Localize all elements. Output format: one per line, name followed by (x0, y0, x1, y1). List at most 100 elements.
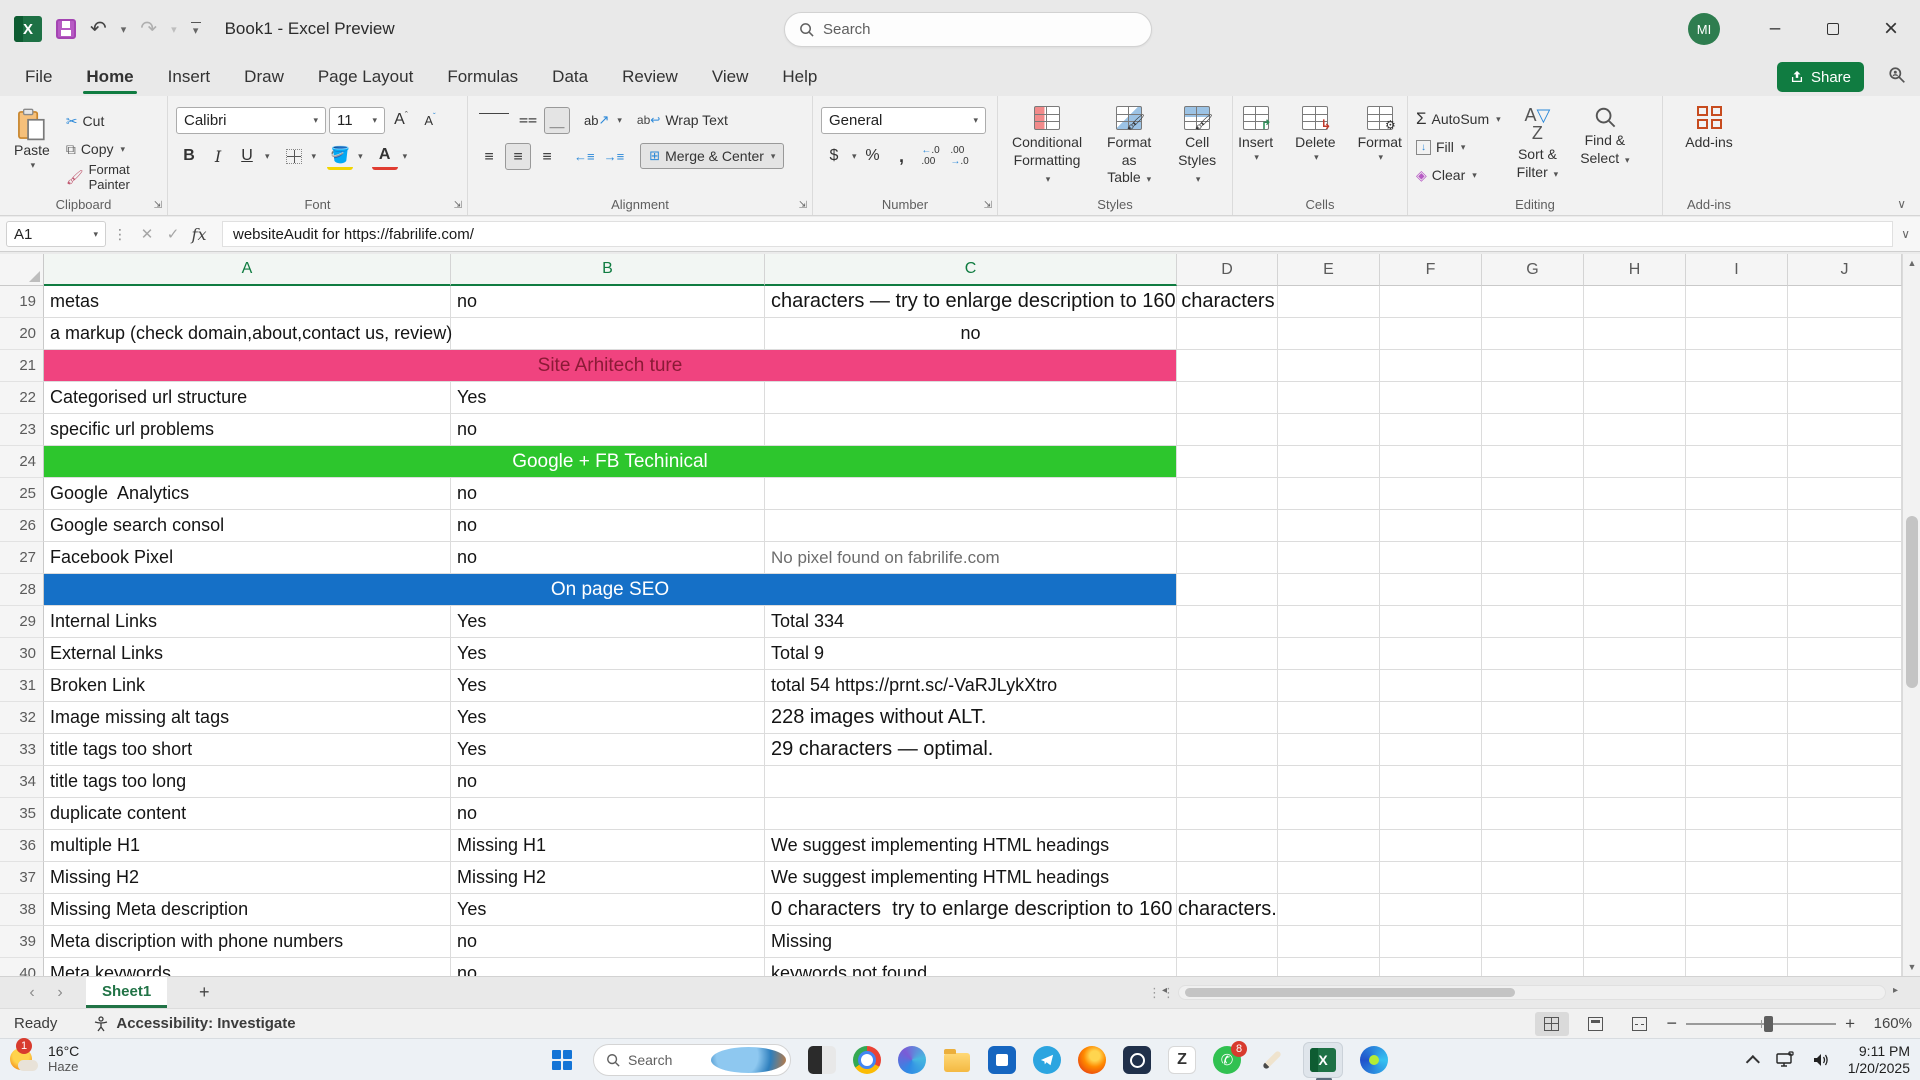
cell-C38[interactable]: 0 characters try to enlarge description … (765, 894, 1177, 926)
cell-E26[interactable] (1278, 510, 1380, 542)
cell-J21[interactable] (1788, 350, 1902, 382)
cell-F26[interactable] (1380, 510, 1482, 542)
cell-B19[interactable]: no (451, 286, 765, 318)
cell-D39[interactable] (1177, 926, 1278, 958)
formula-input[interactable]: websiteAudit for https://fabrilife.com/ (222, 221, 1893, 247)
cut-button[interactable]: ✂Cut (66, 108, 159, 134)
cell-J36[interactable] (1788, 830, 1902, 862)
page-break-view-button[interactable] (1623, 1012, 1657, 1036)
tab-page-layout[interactable]: Page Layout (301, 58, 430, 96)
cancel-entry-icon[interactable]: ✕ (134, 225, 160, 243)
cell-A34[interactable]: title tags too long (44, 766, 451, 798)
cell-G29[interactable] (1482, 606, 1584, 638)
scroll-up-icon[interactable]: ▲ (1903, 254, 1920, 272)
row-header-33[interactable]: 33 (0, 734, 44, 766)
name-box[interactable]: A1▾ (6, 221, 106, 247)
wrap-text-button[interactable]: ab↩ Wrap Text (637, 107, 728, 133)
cell-H29[interactable] (1584, 606, 1686, 638)
cell-C31[interactable]: total 54 https://prnt.sc/-VaRJLykXtro (765, 670, 1177, 702)
vertical-scrollbar[interactable]: ▲ ▼ (1902, 254, 1920, 976)
cell-A36[interactable]: multiple H1 (44, 830, 451, 862)
cell-A35[interactable]: duplicate content (44, 798, 451, 830)
cell-F21[interactable] (1380, 350, 1482, 382)
row-header-24[interactable]: 24 (0, 446, 44, 478)
cell-I33[interactable] (1686, 734, 1788, 766)
volume-icon[interactable] (1812, 1051, 1832, 1069)
cell-C36[interactable]: We suggest implementing HTML headings (765, 830, 1177, 862)
cell-D35[interactable] (1177, 798, 1278, 830)
cell-C33[interactable]: 29 characters — optimal. (765, 734, 1177, 766)
clear-button[interactable]: ◈Clear▾ (1416, 162, 1501, 188)
cell-F36[interactable] (1380, 830, 1482, 862)
cell-B27[interactable]: no (451, 542, 765, 574)
cell-E24[interactable] (1278, 446, 1380, 478)
cell-C29[interactable]: Total 334 (765, 606, 1177, 638)
cell-E32[interactable] (1278, 702, 1380, 734)
cell-H36[interactable] (1584, 830, 1686, 862)
underline-button[interactable]: U (234, 143, 260, 170)
comma-style-icon[interactable]: , (889, 143, 915, 170)
column-header-J[interactable]: J (1788, 254, 1902, 286)
cell-D24[interactable] (1177, 446, 1278, 478)
number-format-select[interactable]: General▾ (821, 107, 986, 134)
row-header-26[interactable]: 26 (0, 510, 44, 542)
share-button[interactable]: Share (1777, 62, 1864, 92)
cell-F34[interactable] (1380, 766, 1482, 798)
cell-A19[interactable]: metas (44, 286, 451, 318)
cell-E36[interactable] (1278, 830, 1380, 862)
row-header-32[interactable]: 32 (0, 702, 44, 734)
zoom-level[interactable]: 160% (1864, 1015, 1912, 1032)
clipboard-dialog-launcher-icon[interactable]: ⇲ (154, 200, 162, 211)
maximize-button[interactable] (1804, 0, 1862, 58)
conditional-formatting-button[interactable]: Conditional Formatting ▾ (1006, 104, 1088, 195)
column-header-H[interactable]: H (1584, 254, 1686, 286)
cell-E39[interactable] (1278, 926, 1380, 958)
underline-dropdown-icon[interactable]: ▾ (265, 151, 270, 162)
cell-G22[interactable] (1482, 382, 1584, 414)
fill-color-icon[interactable]: 🪣 (327, 143, 353, 170)
telegram-icon[interactable] (1033, 1046, 1061, 1074)
cell-B30[interactable]: Yes (451, 638, 765, 670)
cell-D23[interactable] (1177, 414, 1278, 446)
cell-D25[interactable] (1177, 478, 1278, 510)
cell-B40[interactable]: no (451, 958, 765, 976)
start-button[interactable] (548, 1046, 576, 1074)
tab-data[interactable]: Data (535, 58, 605, 96)
cell-D26[interactable] (1177, 510, 1278, 542)
zoom-slider-thumb[interactable] (1764, 1016, 1773, 1032)
cell-C27[interactable]: No pixel found on fabrilife.com (765, 542, 1177, 574)
scroll-right-icon[interactable]: ▸ (1893, 985, 1898, 996)
tab-view[interactable]: View (695, 58, 766, 96)
cell-H21[interactable] (1584, 350, 1686, 382)
customize-toolbar-icon[interactable]: ▾ (191, 22, 201, 37)
cell-G40[interactable] (1482, 958, 1584, 976)
insert-function-icon[interactable]: fx (186, 225, 212, 244)
cell-C23[interactable] (765, 414, 1177, 446)
weather-widget[interactable]: 1 16°C Haze (8, 1042, 79, 1074)
cell-H34[interactable] (1584, 766, 1686, 798)
cell-E31[interactable] (1278, 670, 1380, 702)
column-header-B[interactable]: B (451, 254, 765, 286)
cell-F35[interactable] (1380, 798, 1482, 830)
cell-I24[interactable] (1686, 446, 1788, 478)
cell-D40[interactable] (1177, 958, 1278, 976)
cell-G26[interactable] (1482, 510, 1584, 542)
undo-icon[interactable]: ↶ (90, 19, 107, 39)
cell-I22[interactable] (1686, 382, 1788, 414)
font-size-select[interactable]: 11▾ (329, 107, 385, 134)
cell-A25[interactable]: Google Analytics (44, 478, 451, 510)
cell-I19[interactable] (1686, 286, 1788, 318)
cell-J31[interactable] (1788, 670, 1902, 702)
row-header-23[interactable]: 23 (0, 414, 44, 446)
cell-I31[interactable] (1686, 670, 1788, 702)
dark-tile-icon[interactable] (808, 1046, 836, 1074)
cell-F24[interactable] (1380, 446, 1482, 478)
cell-F22[interactable] (1380, 382, 1482, 414)
paste-button[interactable]: Paste ▾ (8, 106, 56, 195)
edge-icon[interactable] (1360, 1046, 1388, 1074)
firefox-icon[interactable] (1078, 1046, 1106, 1074)
page-layout-view-button[interactable] (1579, 1012, 1613, 1036)
cell-D19[interactable] (1177, 286, 1278, 318)
cell-C22[interactable] (765, 382, 1177, 414)
cell-H37[interactable] (1584, 862, 1686, 894)
